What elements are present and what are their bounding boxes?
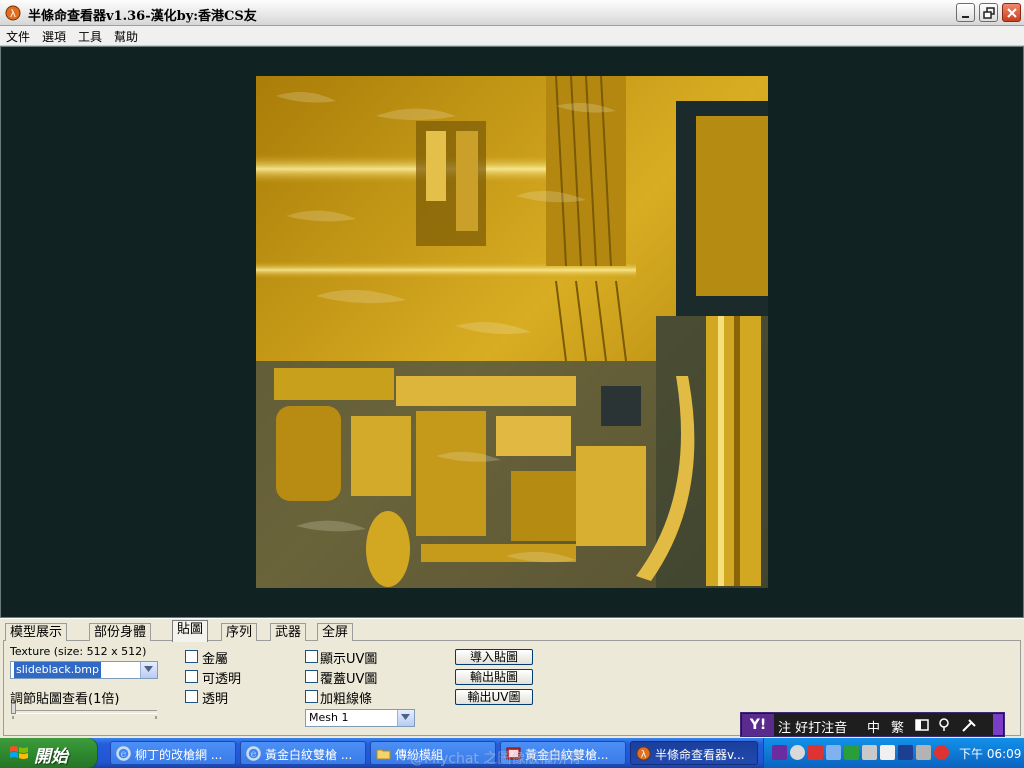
ime-halfwidth-icon[interactable] <box>915 719 929 731</box>
menu-file[interactable]: 文件 <box>6 28 30 45</box>
close-button[interactable] <box>1002 3 1021 22</box>
start-label: 開始 <box>34 747 68 767</box>
ime-punctuation-icon[interactable] <box>937 718 951 732</box>
task-button[interactable]: e 柳丁的改槍網 ... <box>110 741 236 765</box>
export-uv-button[interactable]: 輸出UV圖 <box>455 689 533 705</box>
task-label: 半條命查看器v... <box>655 748 745 762</box>
zoom-label: 調節貼圖查看(1倍) <box>10 692 120 707</box>
task-label: 黃金白紋雙槍 ... <box>265 748 353 762</box>
ime-logo[interactable]: Y! <box>742 714 774 736</box>
clock[interactable]: 下午 06:09 <box>959 745 1021 762</box>
tab-fullscreen[interactable]: 全屏 <box>317 623 354 641</box>
show-uv-checkbox[interactable] <box>305 650 318 663</box>
task-button[interactable]: e 黃金白紋雙槍 ... <box>240 741 366 765</box>
tab-sequences[interactable]: 序列 <box>221 623 258 641</box>
chrome-checkbox[interactable] <box>185 670 198 683</box>
ime-drag-handle[interactable] <box>993 714 1003 735</box>
tab-body-parts[interactable]: 部份身體 <box>89 623 152 641</box>
folder-icon <box>376 749 391 760</box>
svg-text:e: e <box>121 749 127 760</box>
metal-checkbox[interactable] <box>185 650 198 663</box>
menu-bar: 文件 選項 工具 幫助 <box>0 26 1024 46</box>
ime-toolbar: Y! 注 好打注音 中 繁 <box>740 712 1005 737</box>
watermark: @Mlychat 之圖像版權所有 <box>410 751 582 767</box>
texture-select-value: slideblack.bmp <box>14 662 101 678</box>
restore-button[interactable] <box>979 3 998 22</box>
app-icon: λ <box>636 746 651 761</box>
menu-help[interactable]: 幫助 <box>114 28 138 45</box>
close-icon <box>1007 8 1017 18</box>
task-label: 柳丁的改槍網 ... <box>135 748 223 762</box>
mesh-select[interactable]: Mesh 1 <box>305 709 415 727</box>
tab-model-display[interactable]: 模型展示 <box>5 623 68 641</box>
back-icon[interactable] <box>790 745 805 760</box>
export-texture-button[interactable]: 輸出貼圖 <box>455 669 533 685</box>
restore-icon <box>983 7 995 19</box>
monitor-icon[interactable] <box>898 745 913 760</box>
title-bar: λ 半條命查看器v1.36-漢化by:香港CS友 <box>0 0 1024 26</box>
svg-text:e: e <box>251 749 257 760</box>
minimize-button[interactable] <box>956 3 975 22</box>
connection-icon[interactable] <box>862 745 877 760</box>
yahoo-icon[interactable] <box>772 745 787 760</box>
show-uv-label: 顯示UV圖 <box>320 652 378 667</box>
pdf-icon[interactable] <box>808 745 823 760</box>
usb-icon[interactable] <box>880 745 895 760</box>
dropdown-arrow-icon <box>140 662 157 678</box>
antivirus-icon[interactable] <box>934 745 949 760</box>
task-button-active[interactable]: λ 半條命查看器v... <box>630 741 758 765</box>
dropdown-arrow-icon <box>397 710 414 726</box>
overlay-uv-checkbox[interactable] <box>305 670 318 683</box>
menu-tools[interactable]: 工具 <box>78 28 102 45</box>
menu-options[interactable]: 選項 <box>42 28 66 45</box>
svg-text:λ: λ <box>10 9 16 20</box>
zoom-slider-thumb[interactable] <box>11 703 16 714</box>
tab-textures[interactable]: 貼圖 <box>172 620 209 642</box>
system-tray: 下午 06:09 <box>763 738 1024 768</box>
ime-mode[interactable]: 中 <box>867 717 880 736</box>
network-icon[interactable] <box>826 745 841 760</box>
chrome-label: 可透明 <box>202 672 242 687</box>
ime-script[interactable]: 繁 <box>891 717 904 736</box>
ie-icon: e <box>116 746 131 761</box>
shield-icon[interactable] <box>844 745 859 760</box>
import-texture-button[interactable]: 導入貼圖 <box>455 649 533 665</box>
texture-preview <box>256 76 768 588</box>
security-alert-icon[interactable] <box>916 745 931 760</box>
transparent-label: 透明 <box>202 692 229 707</box>
zoom-slider-ticks <box>12 716 157 719</box>
texture-select[interactable]: slideblack.bmp <box>10 661 158 679</box>
metal-label: 金屬 <box>202 652 229 667</box>
ime-tools-icon[interactable] <box>961 718 977 732</box>
transparent-checkbox[interactable] <box>185 690 198 703</box>
start-button[interactable]: 開始 <box>0 738 98 768</box>
minimize-icon <box>962 16 969 18</box>
ie-icon: e <box>246 746 261 761</box>
svg-text:λ: λ <box>641 749 647 760</box>
app-icon: λ <box>5 5 21 21</box>
ime-name[interactable]: 注 好打注音 <box>778 717 847 736</box>
mesh-select-value: Mesh 1 <box>309 711 349 724</box>
bold-lines-checkbox[interactable] <box>305 690 318 703</box>
overlay-uv-label: 覆蓋UV圖 <box>320 672 378 687</box>
tab-weapons[interactable]: 武器 <box>270 623 307 641</box>
window-title: 半條命查看器v1.36-漢化by:香港CS友 <box>28 9 257 24</box>
bold-lines-label: 加粗線條 <box>320 692 373 707</box>
texture-info: Texture (size: 512 x 512) <box>10 645 147 658</box>
zoom-slider-track[interactable] <box>12 710 157 714</box>
windows-logo-icon <box>10 746 28 759</box>
